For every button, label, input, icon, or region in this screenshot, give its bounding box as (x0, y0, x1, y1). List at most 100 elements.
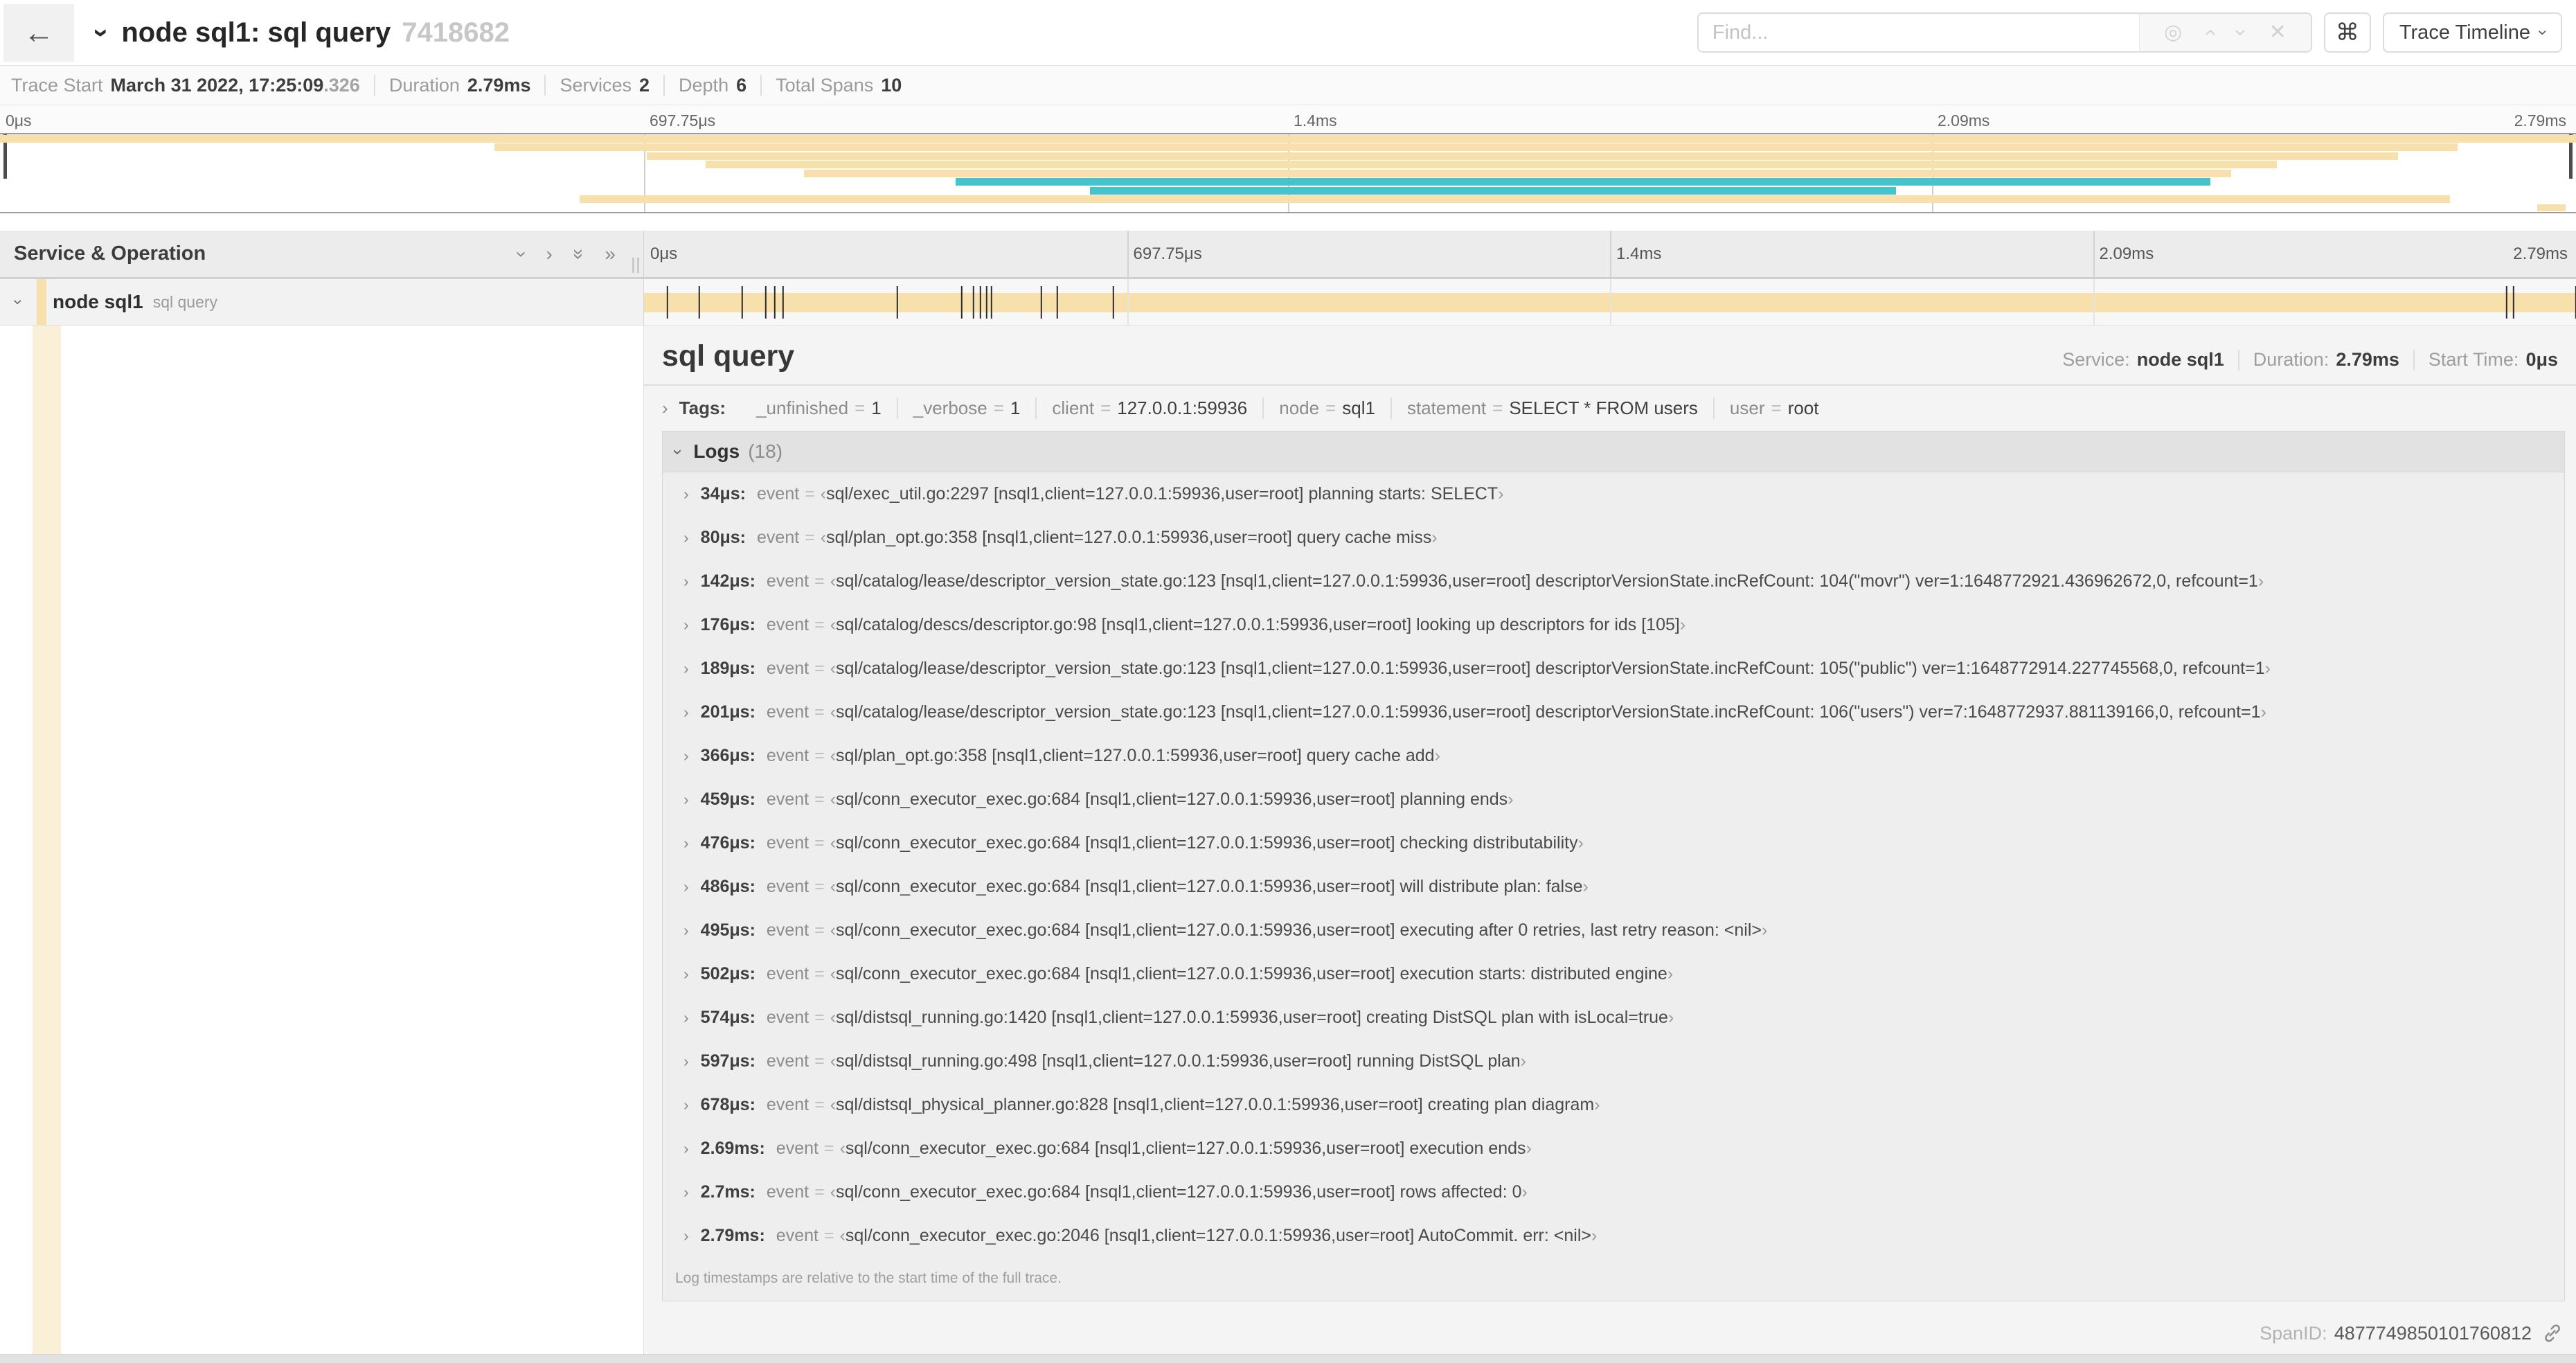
log-event-marker (764, 286, 767, 319)
summary-item-value: 2.79ms (467, 74, 531, 96)
log-timestamp: 678μs: (700, 1095, 755, 1114)
log-event-marker (985, 286, 988, 319)
expand-one-icon[interactable]: › (546, 244, 553, 264)
header-actions: ◎ › › ✕ ⌘ Trace Timeline › (1697, 12, 2562, 53)
trace-collapse-chevron-icon[interactable]: › (86, 28, 117, 37)
log-field-key: event (766, 833, 810, 853)
log-row[interactable]: › 2.7ms: event = ‹ sql/conn_executor_exec.go:… (663, 1170, 2564, 1214)
logs-header[interactable]: › Logs (18) (663, 431, 2564, 472)
chevron-down-icon: › (2534, 30, 2552, 35)
find-prev-icon[interactable]: › (2198, 29, 2221, 36)
ruler-tick-label: 1.4ms (1616, 244, 1662, 263)
minimap-canvas[interactable] (0, 133, 2576, 213)
log-row[interactable]: › 574μs: event = ‹ sql/distsql_running.go:142… (663, 996, 2564, 1040)
log-row[interactable]: › 2.79ms: event = ‹ sql/conn_executor_exec.go… (663, 1214, 2564, 1258)
log-row[interactable]: › 486μs: event = ‹ sql/conn_executor_exec.go:… (663, 865, 2564, 909)
chevron-right-icon: › (683, 703, 689, 721)
ruler-tick-label: 697.75μs (1133, 244, 1202, 263)
tag-items: _unfinished = 1 _verbose = 1 client = 127.0.0.1:… (741, 398, 1834, 419)
span-row-name-cell[interactable]: › node sql1 sql query (0, 279, 644, 326)
log-row[interactable]: › 201μs: event = ‹ sql/catalog/lease/descript… (663, 691, 2564, 734)
deep-link-icon[interactable] (2541, 1322, 2564, 1344)
span-detail-header: sql query Service: node sql1 Duration: 2… (644, 326, 2576, 386)
log-event-marker (782, 286, 785, 319)
spacer (0, 213, 2576, 231)
log-row[interactable]: › 80μs: event = ‹ sql/plan_opt.go:358 [nsql1,… (663, 516, 2564, 560)
log-timestamp: 176μs: (700, 615, 755, 634)
find-next-icon[interactable]: › (2230, 29, 2253, 36)
log-message: sql/distsql_running.go:1420 [nsql1,clien… (836, 1008, 1668, 1027)
log-row[interactable]: › 366μs: event = ‹ sql/plan_opt.go:358 [nsql1… (663, 734, 2564, 778)
duration-value: 2.79ms (2336, 349, 2399, 370)
trace-id: 7418682 (402, 17, 510, 48)
open-quote: ‹ (830, 833, 837, 853)
open-quote: ‹ (820, 484, 827, 504)
log-field-key: event (766, 571, 810, 591)
log-event-marker (1056, 286, 1059, 319)
collapse-controls: › › » » (512, 244, 616, 264)
start-time-label: Start Time: (2428, 349, 2519, 370)
summary-item-label: Trace Start (11, 74, 103, 96)
log-row[interactable]: › 495μs: event = ‹ sql/conn_executor_exec.go:… (663, 909, 2564, 952)
equals-sign: = (1492, 398, 1503, 418)
log-row[interactable]: › 34μs: event = ‹ sql/exec_util.go:2297 [nsql… (663, 472, 2564, 516)
close-quote: › (2260, 702, 2266, 722)
collapse-all-icon[interactable]: » (569, 249, 590, 260)
log-row[interactable]: › 142μs: event = ‹ sql/catalog/lease/descript… (663, 560, 2564, 603)
log-field-key: event (776, 1226, 819, 1245)
expand-all-icon[interactable]: » (605, 244, 616, 264)
log-row[interactable]: › 502μs: event = ‹ sql/conn_executor_exec.go:… (663, 952, 2564, 996)
log-row[interactable]: › 597μs: event = ‹ sql/distsql_running.go:498… (663, 1040, 2564, 1083)
service-label: Service: (2062, 349, 2130, 370)
log-row[interactable]: › 459μs: event = ‹ sql/conn_executor_exec.go:… (663, 778, 2564, 821)
log-timestamp: 2.79ms: (700, 1226, 765, 1245)
open-quote: ‹ (830, 1095, 837, 1114)
span-color-accent (37, 279, 46, 325)
log-message: sql/conn_executor_exec.go:684 [nsql1,cli… (836, 1182, 1522, 1202)
open-quote: ‹ (830, 920, 837, 940)
ruler-tick-label: 2.79ms (2513, 244, 2568, 263)
summary-item: Depth 6 (679, 75, 746, 96)
open-quote: ‹ (830, 571, 837, 591)
log-row[interactable]: › 189μs: event = ‹ sql/catalog/lease/descript… (663, 647, 2564, 691)
find-clear-icon[interactable]: ✕ (2269, 22, 2287, 43)
find-input[interactable] (1698, 14, 2139, 51)
chevron-right-icon: › (683, 659, 689, 677)
span-row-timeline-cell[interactable] (644, 279, 2576, 326)
span-collapse-chevron-icon[interactable]: › (8, 299, 28, 305)
minimap-span-bar (706, 161, 2278, 169)
close-quote: › (1434, 746, 1440, 765)
column-resizer[interactable] (632, 258, 639, 273)
minimap-span-bar (494, 143, 2458, 152)
equals-sign: = (814, 964, 825, 983)
view-selector-button[interactable]: Trace Timeline › (2382, 12, 2562, 53)
equals-sign: = (814, 1095, 825, 1114)
log-event-marker (1040, 286, 1043, 319)
log-row[interactable]: › 678μs: event = ‹ sql/distsql_physical_plann… (663, 1083, 2564, 1127)
close-quote: › (1508, 790, 1514, 809)
close-quote: › (1679, 615, 1686, 634)
log-row[interactable]: › 2.69ms: event = ‹ sql/conn_executor_exec.go… (663, 1127, 2564, 1170)
service-operation-title: Service & Operation (14, 242, 206, 265)
ruler-tick-label: 2.09ms (2099, 244, 2154, 263)
tags-accordian[interactable]: › Tags: _unfinished = 1 _verbose = 1 client = 12… (644, 386, 2576, 431)
keyboard-shortcuts-button[interactable]: ⌘ (2323, 12, 2371, 53)
span-service-name: node sql1 (53, 291, 143, 312)
horizontal-scrollbar-track[interactable] (0, 1354, 2576, 1363)
log-row[interactable]: › 176μs: event = ‹ sql/catalog/descs/descript… (663, 603, 2564, 647)
span-id-value: 4877749850101760812 (2334, 1322, 2532, 1344)
tag-item: user = root (1712, 398, 1834, 419)
back-button[interactable]: ← (3, 4, 74, 62)
minimap-tick-labels: 0μs 697.75μs 1.4ms 2.09ms 2.79ms (0, 105, 2576, 133)
tag-item: _verbose = 1 (896, 398, 1036, 419)
log-message: sql/conn_executor_exec.go:684 [nsql1,cli… (845, 1139, 1526, 1158)
collapse-one-icon[interactable]: › (512, 251, 533, 257)
locate-icon[interactable]: ◎ (2164, 22, 2182, 43)
log-row[interactable]: › 476μs: event = ‹ sql/conn_executor_exec.go:… (663, 821, 2564, 865)
log-event-marker (972, 286, 975, 319)
open-quote: ‹ (830, 964, 837, 983)
summary-items: Trace Start March 31 2022, 17:25:09.326 Du… (11, 75, 902, 96)
tag-value: sql1 (1342, 398, 1375, 418)
row-gridline (1610, 279, 1611, 325)
chevron-right-icon: › (683, 834, 689, 852)
